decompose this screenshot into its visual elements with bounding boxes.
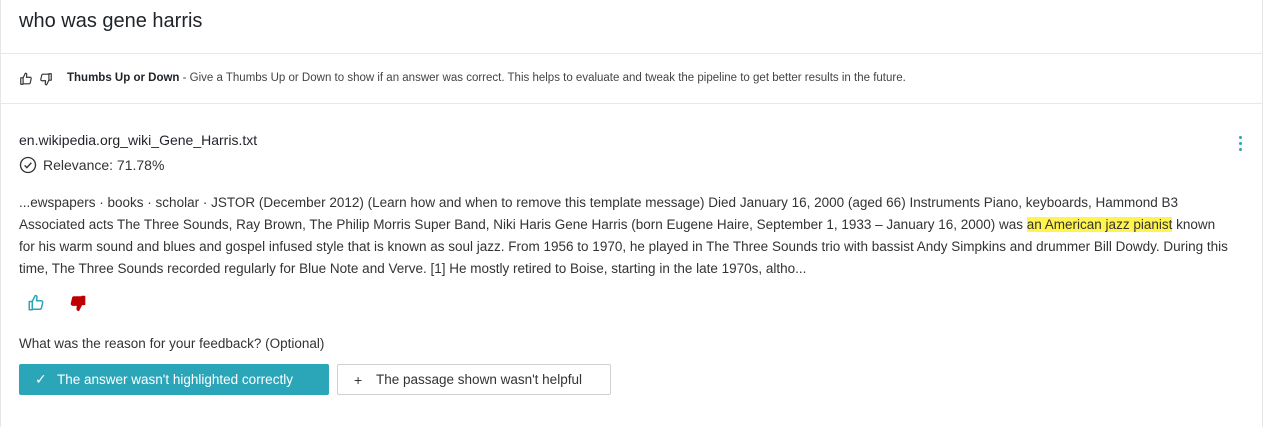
feedback-icons [27, 294, 87, 312]
reason-not-helpful-label: The passage shown wasn't helpful [376, 372, 582, 387]
check-circle-icon [19, 156, 37, 174]
document-title: en.wikipedia.org_wiki_Gene_Harris.txt [19, 132, 258, 148]
reason-not-highlighted-label: The answer wasn't highlighted correctly [57, 372, 293, 387]
feedback-reason-label: What was the reason for your feedback? (… [19, 336, 325, 351]
plus-icon: + [354, 371, 363, 388]
results-panel: who was gene harris Thumbs Up or Down - … [0, 0, 1263, 427]
reason-not-highlighted-button[interactable]: ✓ The answer wasn't highlighted correctl… [19, 364, 329, 395]
query-text: who was gene harris [19, 10, 203, 32]
thumbs-down-icon [40, 73, 52, 86]
hint-icons [19, 72, 53, 86]
reason-not-helpful-button[interactable]: + The passage shown wasn't helpful [337, 364, 611, 395]
hint-description: - Give a Thumbs Up or Down to show if an… [179, 72, 906, 84]
answer-highlight: an American jazz pianist [1026, 217, 1173, 232]
query-header: who was gene harris [1, 0, 1263, 54]
thumbs-hint-bar: Thumbs Up or Down - Give a Thumbs Up or … [1, 54, 1263, 104]
hint-title: Thumbs Up or Down [67, 72, 180, 84]
thumbs-down-button[interactable] [69, 294, 87, 312]
thumbs-up-icon [20, 72, 32, 85]
hint-text: Thumbs Up or Down - Give a Thumbs Up or … [67, 72, 906, 84]
thumbs-up-button[interactable] [27, 294, 45, 312]
thumbs-up-icon [28, 294, 44, 311]
relevance-score: Relevance: 71.78% [19, 156, 164, 174]
check-icon: ✓ [35, 371, 47, 387]
relevance-label: Relevance: 71.78% [43, 157, 165, 173]
passage-text-before: ...ewspapers · books · scholar · JSTOR (… [19, 195, 1179, 232]
thumbs-down-filled-icon [70, 295, 86, 312]
answer-passage: ...ewspapers · books · scholar · JSTOR (… [19, 192, 1234, 280]
kebab-menu-icon[interactable] [1233, 136, 1247, 154]
result-card: en.wikipedia.org_wiki_Gene_Harris.txt Re… [1, 104, 1263, 427]
